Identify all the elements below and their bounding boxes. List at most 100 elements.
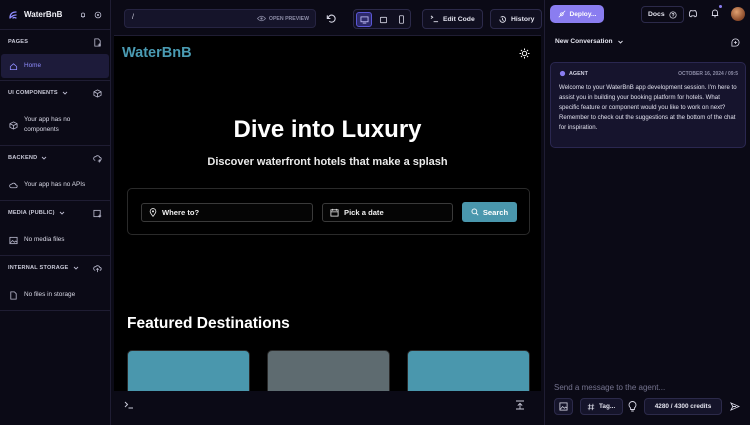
apis-empty: Your app has no APIs [1,170,109,200]
mobile-view-button[interactable] [393,12,409,27]
chevron-down-icon [41,155,47,161]
settings-icon[interactable] [94,11,102,19]
chevron-down-icon [62,90,68,96]
apis-empty-text: Your app has no APIs [24,181,86,189]
conversation-selector[interactable]: New Conversation [555,38,624,45]
edit-code-button[interactable]: Edit Code [422,9,483,29]
search-button[interactable]: Search [462,202,517,222]
image-icon [9,236,18,245]
monitor-icon [360,15,369,24]
media-empty-text: No media files [24,236,65,244]
add-component-icon[interactable] [93,88,102,98]
collapse-panel-icon[interactable] [515,400,525,410]
cloud-icon [9,181,18,190]
chevron-down-icon [59,210,65,216]
pages-section: PAGES Home [0,30,110,81]
agent-message: AGENT OCTOBER 16, 2024 / 09:5 Welcome to… [550,62,746,148]
chat-input[interactable]: Send a message to the agent... [554,383,665,392]
desktop-view-button[interactable] [356,12,372,27]
eye-icon [256,15,266,22]
message-timestamp: OCTOBER 16, 2024 / 09:5 [678,71,738,77]
terminal-icon[interactable] [124,401,134,409]
refresh-icon[interactable] [326,13,337,24]
destination-card-2[interactable] [267,350,390,391]
new-chat-icon[interactable] [731,38,740,47]
avatar[interactable] [731,7,745,21]
chevron-down-icon [73,265,79,271]
add-media-icon[interactable] [93,209,102,218]
storage-empty-text: No files in storage [24,291,76,299]
lightbulb-icon[interactable] [628,401,637,412]
preview-logo[interactable]: WaterBnB [122,45,192,61]
backend-header[interactable]: BACKEND [0,146,110,170]
ui-components-header[interactable]: UI COMPONENTS [0,81,110,105]
components-empty: Your app has no components [1,105,109,145]
media-empty: No media files [1,225,109,255]
sidebar-item-label: Home [24,62,42,70]
storage-header[interactable]: INTERNAL STORAGE [0,256,110,280]
upload-cloud-icon[interactable] [93,264,102,273]
hash-icon [587,403,595,411]
deploy-button[interactable]: Deploy... [550,5,604,23]
sidebar: WaterBnB PAGES Home UI COMPONENTS Your a… [0,0,111,425]
agent-dot-icon [559,70,566,77]
tag-button[interactable]: Tag... [580,398,623,415]
history-button[interactable]: History [490,9,543,29]
search-panel: Where to? Pick a date Search [127,188,530,235]
ui-components-section: UI COMPONENTS Your app has no components [0,81,110,146]
credits-badge: 4280 / 4300 credits [644,398,722,415]
edit-code-label: Edit Code [443,15,475,23]
message-role: AGENT [569,71,588,77]
bell-off-icon[interactable] [79,11,87,19]
media-header[interactable]: MEDIA (PUBLIC) [0,201,110,225]
hero-subtitle: Discover waterfront hotels that make a s… [207,156,448,168]
docs-button[interactable]: Docs [641,6,684,23]
rocket-icon [558,10,566,18]
tablet-icon [379,16,388,24]
preview-canvas: WaterBnB Dive into Luxury Discover water… [114,35,541,391]
sidebar-item-home[interactable]: Home [1,54,109,78]
notification-dot [719,5,722,8]
discord-icon[interactable] [688,9,698,18]
sidebar-header: WaterBnB [0,0,110,30]
hero-title: Dive into Luxury [233,116,422,143]
destination-placeholder: Where to? [162,208,200,217]
send-icon[interactable] [730,402,740,411]
components-empty-text: Your app has no components [24,116,71,133]
backend-section: BACKEND Your app has no APIs [0,146,110,201]
date-picker[interactable]: Pick a date [322,203,453,222]
package-icon [9,120,18,130]
agent-panel: Deploy... Docs New Conversation AGENT OC… [544,0,750,425]
image-icon [559,402,568,411]
add-page-icon[interactable] [93,37,102,47]
pages-header: PAGES [0,30,110,54]
featured-title: Featured Destinations [127,315,290,332]
media-title: MEDIA (PUBLIC) [8,210,55,216]
date-placeholder: Pick a date [344,208,384,217]
tablet-view-button[interactable] [375,12,391,27]
home-icon [9,62,18,71]
url-input[interactable]: / [132,14,134,21]
docs-label: Docs [648,11,665,18]
destination-input[interactable]: Where to? [141,203,313,222]
map-pin-icon [149,208,157,217]
tag-label: Tag... [599,403,616,410]
attach-image-button[interactable] [554,398,573,415]
history-label: History [511,15,535,23]
open-preview-button[interactable]: OPEN PREVIEW [256,15,309,22]
notification-bell-icon[interactable] [710,8,720,18]
destination-card-3[interactable] [407,350,530,391]
url-bar[interactable]: / OPEN PREVIEW [124,9,316,28]
theme-toggle-icon[interactable] [519,48,530,59]
editor-area: / OPEN PREVIEW Edit Code History WaterBn… [113,0,543,425]
storage-empty: No files in storage [1,280,109,310]
storage-section: INTERNAL STORAGE No files in storage [0,256,110,311]
history-icon [498,15,507,24]
destination-card-1[interactable] [127,350,250,391]
calendar-icon [330,208,339,217]
storage-title: INTERNAL STORAGE [8,265,69,271]
help-circle-icon [669,10,677,19]
add-api-icon[interactable] [93,154,102,163]
search-icon [471,208,479,216]
pages-title: PAGES [8,39,29,45]
